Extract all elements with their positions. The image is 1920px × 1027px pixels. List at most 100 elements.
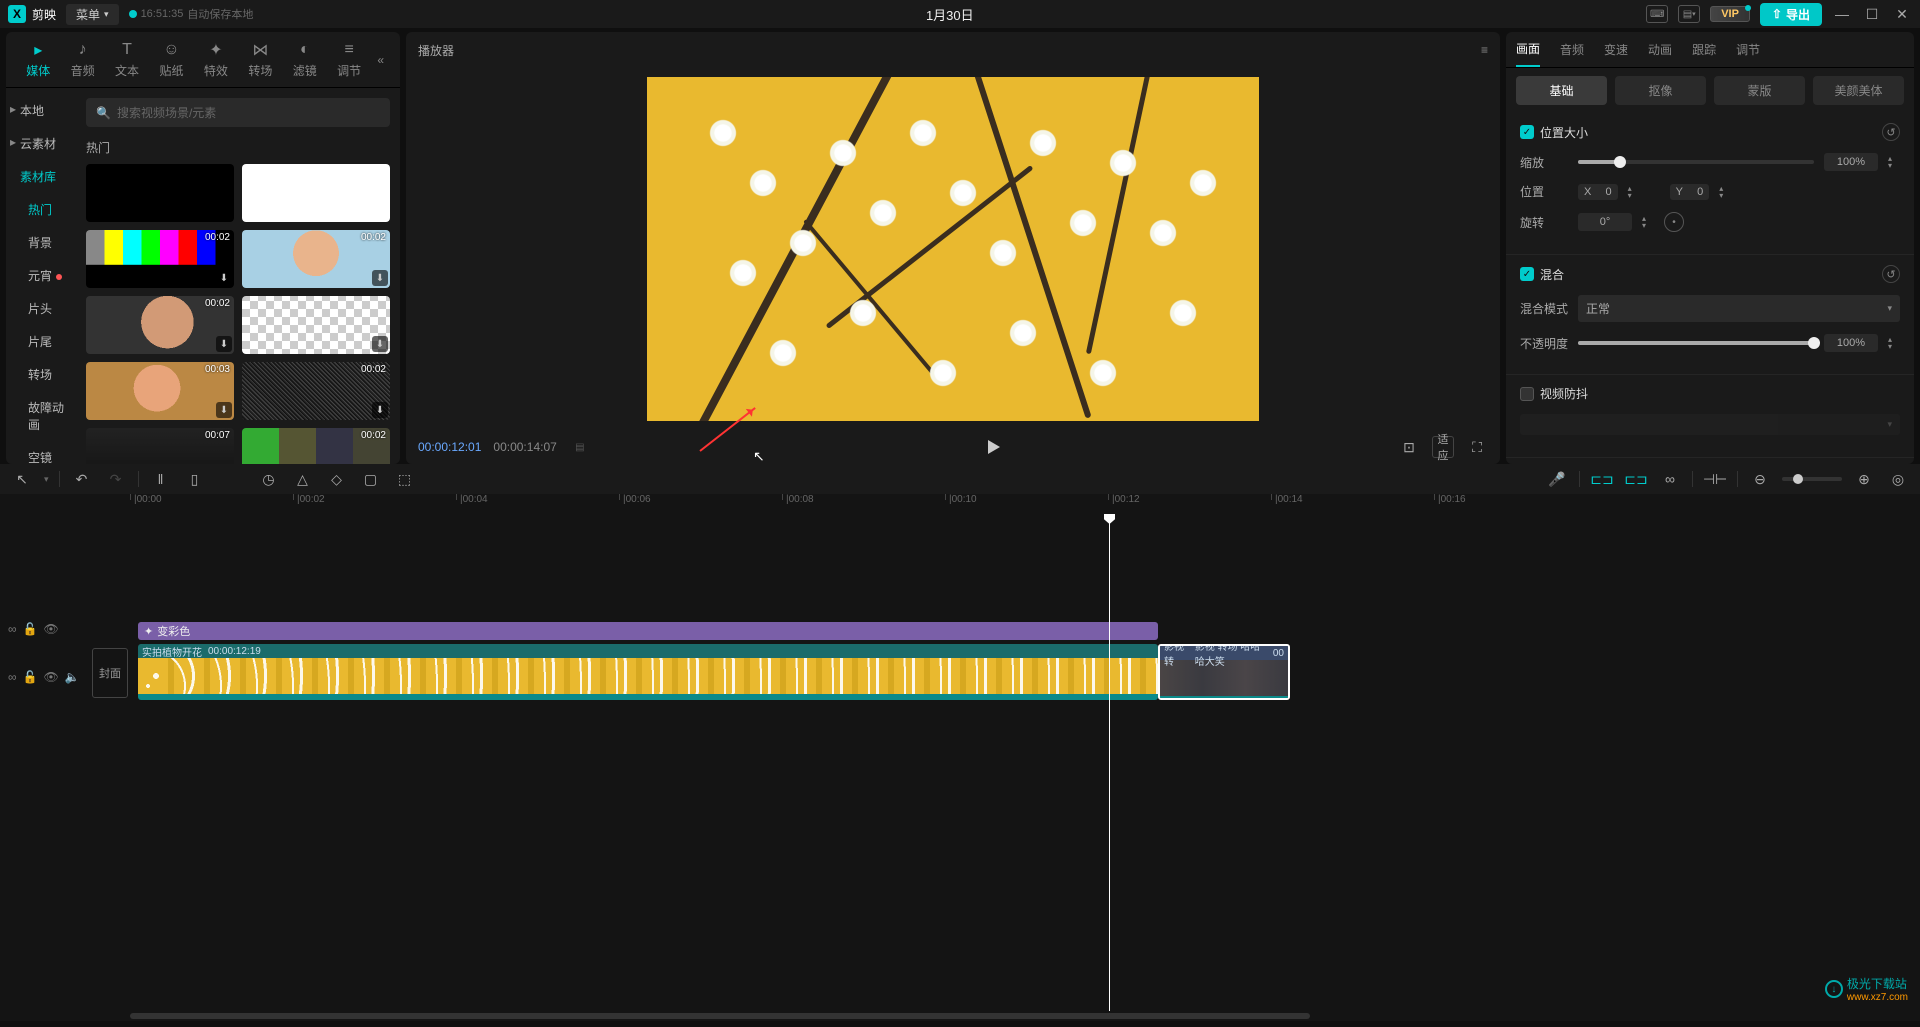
media-tab-3[interactable]: ☺贴纸	[149, 40, 193, 79]
media-tab-5[interactable]: ⋈转场	[238, 40, 282, 79]
mask-tool[interactable]: ⬚	[393, 467, 417, 491]
pos-size-checkbox[interactable]: ✓	[1520, 125, 1534, 139]
pos-y-stepper[interactable]: ▴▾	[1719, 185, 1731, 199]
collapse-icon[interactable]: «	[371, 53, 390, 67]
scale-slider[interactable]	[1578, 160, 1814, 164]
subnav-item[interactable]: 转场	[6, 358, 86, 391]
media-thumb[interactable]: ⬇	[242, 296, 390, 354]
magnet-link-icon[interactable]: ⊏⊐	[1624, 467, 1648, 491]
mirror-tool[interactable]: △	[291, 467, 315, 491]
preview-canvas[interactable]	[647, 77, 1259, 421]
close-button[interactable]: ✕	[1892, 6, 1912, 23]
media-thumb[interactable]: 00:02⬇	[86, 296, 234, 354]
download-icon[interactable]: ⬇	[372, 336, 388, 352]
scale-value[interactable]: 100%	[1824, 153, 1878, 171]
stabilize-checkbox[interactable]	[1520, 387, 1534, 401]
timeline-scrollbar[interactable]	[0, 1011, 1920, 1021]
preview-cut-icon[interactable]: ⊣⊢	[1703, 467, 1727, 491]
split-tool[interactable]: ‖	[149, 467, 173, 491]
media-thumb[interactable]	[86, 164, 234, 222]
prop-subtab[interactable]: 美颜美体	[1813, 76, 1904, 105]
media-thumb[interactable]: 00:02⬇	[242, 230, 390, 288]
subnav-item[interactable]: 片头	[6, 292, 86, 325]
prop-tab[interactable]: 动画	[1648, 33, 1672, 66]
prop-subtab[interactable]: 蒙版	[1714, 76, 1805, 105]
prop-subtab[interactable]: 基础	[1516, 76, 1607, 105]
video-clip-2[interactable]: 影视 转影视 转场 哈哈哈大笑00	[1158, 644, 1290, 700]
download-icon[interactable]: ⬇	[372, 270, 388, 286]
crop-tool[interactable]: ▢	[359, 467, 383, 491]
media-thumb[interactable]: 00:02⬇	[242, 428, 390, 464]
fullscreen-icon[interactable]: ⛶	[1466, 436, 1488, 458]
rotate-stepper[interactable]: ▴▾	[1642, 215, 1654, 229]
download-icon[interactable]: ⬇	[216, 270, 232, 286]
nav-local[interactable]: 本地	[6, 94, 86, 127]
mic-icon[interactable]: 🎤	[1545, 467, 1569, 491]
media-tab-1[interactable]: ♪音频	[60, 40, 104, 79]
opacity-stepper[interactable]: ▴▾	[1888, 336, 1900, 350]
play-button[interactable]	[983, 436, 1005, 458]
effect-clip[interactable]: ✦ 变彩色	[138, 622, 1158, 640]
shortcut-icon[interactable]: ⌨	[1646, 5, 1668, 23]
subnav-item[interactable]: 热门	[6, 193, 86, 226]
export-button[interactable]: ⇧ 导出	[1760, 3, 1822, 26]
playhead[interactable]	[1109, 514, 1110, 1011]
rotate-value[interactable]: 0°	[1578, 213, 1632, 231]
opacity-value[interactable]: 100%	[1824, 334, 1878, 352]
subnav-item[interactable]: 元宵	[6, 259, 86, 292]
zoom-in-icon[interactable]: ⊕	[1852, 467, 1876, 491]
blend-reset-icon[interactable]: ↺	[1882, 265, 1900, 283]
subnav-item[interactable]: 空镜	[6, 441, 86, 464]
cover-button[interactable]: 封面	[92, 648, 128, 698]
subnav-item[interactable]: 片尾	[6, 325, 86, 358]
nav-library[interactable]: 素材库	[6, 160, 86, 193]
media-search-input[interactable]: 🔍 搜索视频场景/元素	[86, 98, 390, 127]
opacity-slider[interactable]	[1578, 341, 1814, 345]
zoom-fit-icon[interactable]: ◎	[1886, 467, 1910, 491]
rotate-tool[interactable]: ◇	[325, 467, 349, 491]
media-thumb[interactable]: 00:07⬇	[86, 428, 234, 464]
magnet-main-icon[interactable]: ⊏⊐	[1590, 467, 1614, 491]
zoom-slider[interactable]	[1782, 477, 1842, 481]
video-clip-1[interactable]: 实拍植物开花00:00:12:19	[138, 644, 1158, 700]
media-tab-4[interactable]: ✦特效	[194, 40, 238, 79]
download-icon[interactable]: ⬇	[216, 402, 232, 418]
prop-tab[interactable]: 跟踪	[1692, 33, 1716, 66]
track-area[interactable]: ∞ 🔓 👁 ✦ 变彩色 ∞ 🔓 👁 🔈 封面 实拍植物开花00:00:12:19	[0, 514, 1920, 1011]
maximize-button[interactable]: ☐	[1862, 6, 1882, 23]
download-icon[interactable]: ⬇	[216, 336, 232, 352]
media-tab-2[interactable]: T文本	[105, 40, 149, 79]
prop-tab[interactable]: 变速	[1604, 33, 1628, 66]
nav-cloud[interactable]: 云素材	[6, 127, 86, 160]
lock-icon[interactable]: 🔓	[23, 670, 38, 684]
player-menu-icon[interactable]: ≡	[1481, 43, 1488, 57]
prop-tab[interactable]: 音频	[1560, 33, 1584, 66]
media-thumb[interactable]	[242, 164, 390, 222]
undo-button[interactable]: ↶	[70, 467, 94, 491]
blend-mode-dropdown[interactable]: 正常▾	[1578, 295, 1900, 322]
pos-x-stepper[interactable]: ▴▾	[1628, 185, 1640, 199]
eye-icon[interactable]: 👁	[44, 622, 59, 636]
delete-tool[interactable]: ▯	[183, 467, 207, 491]
ratio-button[interactable]: 适应	[1432, 436, 1454, 458]
snapshot-icon[interactable]: ⊡	[1398, 436, 1420, 458]
freeze-tool[interactable]: ◷	[257, 467, 281, 491]
eye-icon[interactable]: 👁	[44, 670, 59, 684]
media-tab-0[interactable]: ▸媒体	[16, 40, 60, 79]
media-tab-7[interactable]: ≡调节	[327, 40, 371, 79]
redo-button[interactable]: ↷	[104, 467, 128, 491]
media-thumb[interactable]: 00:02⬇	[242, 362, 390, 420]
download-icon[interactable]: ⬇	[372, 402, 388, 418]
minimize-button[interactable]: —	[1832, 6, 1852, 22]
subnav-item[interactable]: 背景	[6, 226, 86, 259]
prop-subtab[interactable]: 抠像	[1615, 76, 1706, 105]
blend-checkbox[interactable]: ✓	[1520, 267, 1534, 281]
vip-badge[interactable]: VIP	[1710, 6, 1750, 22]
zoom-out-icon[interactable]: ⊖	[1748, 467, 1772, 491]
pointer-tool[interactable]: ↖	[10, 467, 34, 491]
main-menu-button[interactable]: 菜单▾	[66, 4, 119, 25]
media-tab-6[interactable]: ◐滤镜	[283, 40, 327, 79]
pos-size-reset-icon[interactable]: ↺	[1882, 123, 1900, 141]
link-icon[interactable]: ∞	[8, 670, 17, 684]
subnav-item[interactable]: 故障动画	[6, 391, 86, 441]
